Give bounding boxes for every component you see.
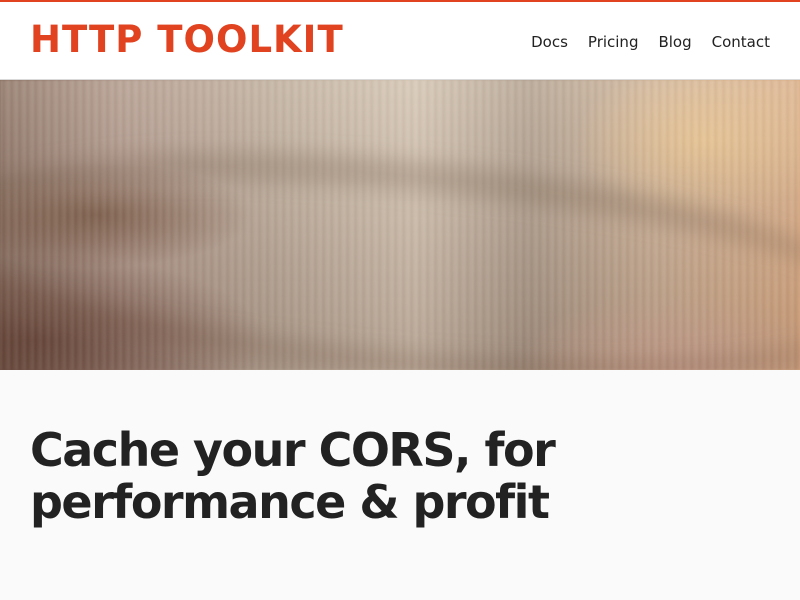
nav-link-contact[interactable]: Contact xyxy=(712,32,770,52)
blurred-library-hero-image xyxy=(0,80,800,370)
site-header: HTTP TOOLKIT Docs Pricing Blog Contact xyxy=(0,2,800,80)
article-title: Cache your CORS, for performance & profi… xyxy=(30,423,556,529)
http-toolkit-logo[interactable]: HTTP TOOLKIT xyxy=(30,19,344,61)
nav-link-docs[interactable]: Docs xyxy=(531,32,568,52)
nav-link-blog[interactable]: Blog xyxy=(658,32,691,52)
main-navigation: Docs Pricing Blog Contact xyxy=(531,32,770,52)
nav-link-pricing[interactable]: Pricing xyxy=(588,32,639,52)
webpage: HTTP TOOLKIT Docs Pricing Blog Contact C… xyxy=(0,0,800,600)
